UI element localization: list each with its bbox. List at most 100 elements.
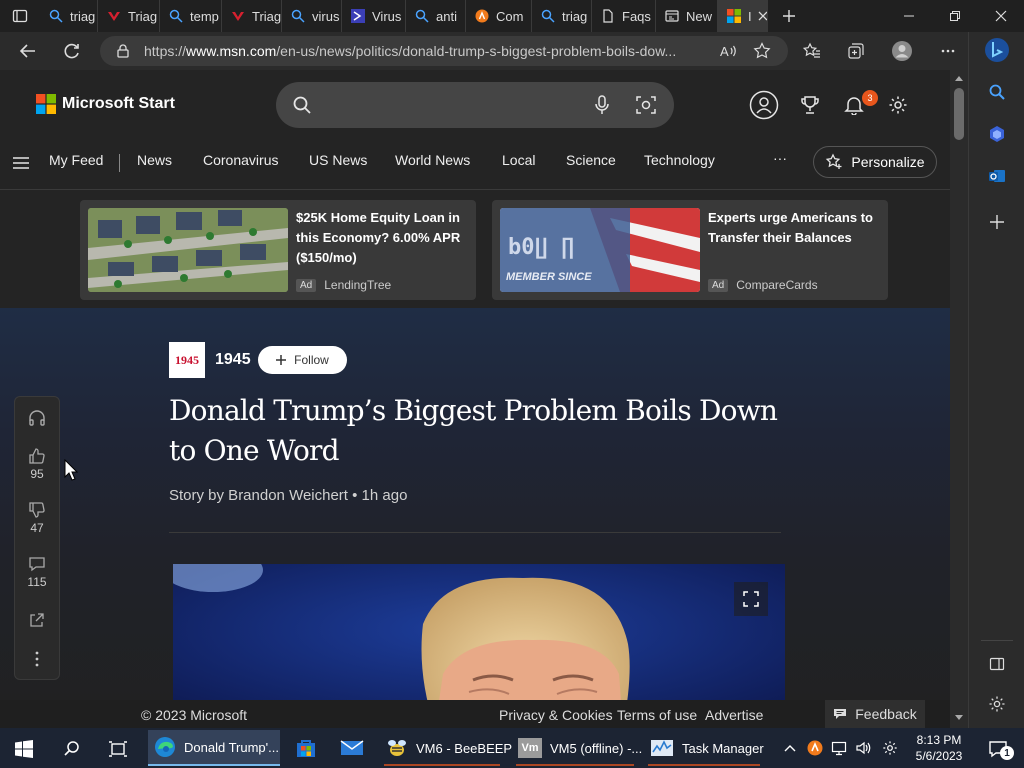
footer-advertise-link[interactable]: Advertise [705,707,763,723]
taskbar-app-button[interactable]: Vm VM5 (offline) -... [512,730,642,766]
edge-sidebar [968,32,1024,728]
browser-tab[interactable]: triag [40,0,98,32]
taskbar-app-button[interactable]: Task Manager [644,730,764,766]
sidebar-add-button[interactable] [983,208,1011,236]
browser-tab[interactable]: New [656,0,718,32]
tab-actions-icon [12,9,28,23]
restore-button[interactable] [932,0,978,32]
nav-my-feed[interactable]: My Feed [49,152,103,168]
browser-tab[interactable]: Triag [222,0,282,32]
hamburger-icon [13,157,29,169]
tray-network-icon[interactable] [829,738,849,758]
notifications-button[interactable]: 3 [839,90,878,120]
microphone-icon[interactable] [594,95,610,115]
footer-terms-link[interactable]: Terms of use [617,707,697,723]
taskbar-app-button[interactable]: Donald Trump'... [148,730,280,766]
taskbar-app-button[interactable] [332,730,372,766]
collections-button[interactable] [840,36,872,66]
taskbar-app-button[interactable] [286,730,326,766]
task-view-button[interactable] [98,732,138,766]
publisher-logo[interactable]: 1945 [169,342,205,378]
tray-settings-icon[interactable] [880,738,900,758]
browser-tab[interactable]: temp [160,0,222,32]
nav-more-button[interactable]: ··· [773,150,787,166]
ad-image-credit-card: b0∐ ∏ MEMBER SINCE [500,208,700,292]
nav-us-news[interactable]: US News [309,152,367,168]
scroll-up-icon[interactable] [954,74,964,82]
close-window-button[interactable] [978,0,1024,32]
browser-tab[interactable]: anti [406,0,466,32]
taskbar-app-button[interactable]: VM6 - BeeBEEP [380,730,512,766]
close-tab-icon[interactable] [758,9,767,24]
add-favorite-button[interactable] [746,36,778,66]
nav-technology[interactable]: Technology [644,152,715,168]
refresh-button[interactable] [52,32,92,70]
tray-volume-icon[interactable] [853,738,873,758]
scrollbar-thumb[interactable] [954,88,964,140]
sidebar-outlook-button[interactable] [983,162,1011,190]
settings-more-button[interactable] [932,36,964,66]
browser-tab[interactable]: I [718,0,768,32]
scroll-down-icon[interactable] [954,714,964,722]
publisher-name[interactable]: 1945 [215,351,251,369]
url-field[interactable]: https://www.msn.com/en-us/news/politics/… [100,36,788,66]
svg-text:b0∐ ∏: b0∐ ∏ [508,235,574,260]
start-button[interactable] [4,732,44,766]
ad-card-lendingtree[interactable]: $25K Home Equity Loan in this Economy? 6… [80,200,476,300]
taskbar-search-button[interactable] [52,732,92,766]
taskbar-clock[interactable]: 8:13 PM 5/6/2023 [906,732,972,764]
show-hidden-icons-button[interactable] [780,738,800,758]
nav-science[interactable]: Science [566,152,616,168]
follow-button[interactable]: Follow [258,346,347,374]
action-center-button[interactable]: 1 [978,732,1018,766]
tray-avast-icon[interactable] [805,738,825,758]
ad-source: LendingTree [324,278,392,292]
taskbar-app-label: VM5 (offline) -... [550,740,643,756]
sidebar-toggle-button[interactable] [983,650,1011,678]
page-scrollbar[interactable] [950,70,968,728]
browser-tab[interactable]: Virus [342,0,406,32]
bing-chat-button[interactable] [983,36,1011,64]
search-icon [168,8,184,24]
expand-image-button[interactable] [734,582,768,616]
msn-search-input[interactable] [276,82,674,128]
share-button[interactable] [15,611,59,629]
nav-news[interactable]: News [137,152,172,168]
browser-tab[interactable]: triag [532,0,592,32]
minimize-button[interactable] [886,0,932,32]
visual-search-icon[interactable] [636,95,656,115]
microsoft-start-logo[interactable]: Microsoft Start [36,94,175,114]
dislike-button[interactable]: 47 [15,501,59,535]
back-button[interactable] [8,32,48,70]
ad-card-comparecards[interactable]: b0∐ ∏ MEMBER SINCE Experts urge American… [492,200,888,300]
tab-actions-button[interactable] [0,0,40,32]
read-aloud-button[interactable]: A [712,36,744,66]
action-center-badge: 1 [1000,746,1014,760]
listen-button[interactable] [15,409,59,427]
comments-button[interactable]: 115 [15,555,59,589]
like-button[interactable]: 95 [15,447,59,481]
profile-button[interactable] [886,36,918,66]
nav-coronavirus[interactable]: Coronavirus [203,152,278,168]
msn-settings-button[interactable] [883,90,913,120]
sign-in-button[interactable] [749,90,779,120]
browser-tab[interactable]: Com [466,0,532,32]
sidebar-m365-button[interactable] [983,120,1011,148]
browser-tab[interactable]: Triag [98,0,160,32]
footer-privacy-link[interactable]: Privacy & Cookies [499,707,613,723]
sidebar-settings-button[interactable] [983,690,1011,718]
feedback-button[interactable]: Feedback [825,700,925,728]
browser-tab[interactable]: virus [282,0,342,32]
new-tab-button[interactable] [768,0,810,32]
more-options-button[interactable] [15,651,59,667]
rewards-button[interactable] [795,90,825,120]
sidebar-search-button[interactable] [983,78,1011,106]
browser-tab[interactable]: Faqs [592,0,656,32]
personalize-button[interactable]: Personalize [813,146,937,178]
nav-local[interactable]: Local [502,152,535,168]
nav-world-news[interactable]: World News [395,152,470,168]
hamburger-menu-button[interactable] [12,156,30,173]
sidebar-divider [981,640,1013,641]
favorites-button[interactable] [796,36,828,66]
follow-label: Follow [294,353,329,367]
